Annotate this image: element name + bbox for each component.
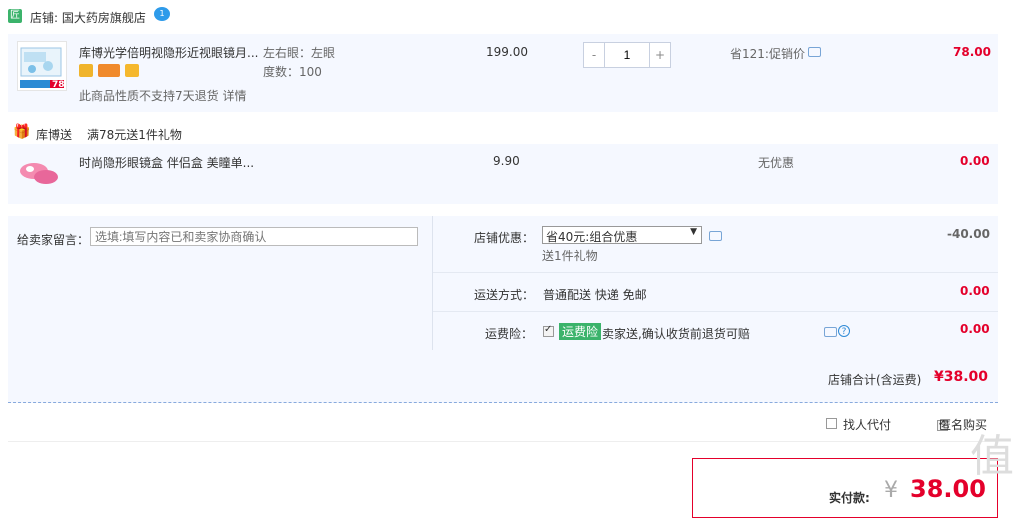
item-discount-text: 省121:促销价 xyxy=(730,47,805,61)
proxy-pay-checkbox[interactable] xyxy=(826,418,837,429)
shop-badge: 匠 xyxy=(8,9,22,23)
payment-currency: ¥ xyxy=(884,478,898,503)
service-icon-guarantee[interactable] xyxy=(79,64,93,77)
service-icon-card[interactable] xyxy=(98,64,120,77)
item-subtotal: 78.00 xyxy=(953,45,991,59)
quantity-stepper: - + xyxy=(583,42,671,68)
seller-memo-input[interactable] xyxy=(90,227,418,246)
shop-name-link[interactable]: 店铺: 国大药房旗舰店 xyxy=(30,9,146,26)
section-divider xyxy=(8,441,998,442)
help-icon[interactable]: ? xyxy=(838,325,850,337)
shipping-method: 普通配送 快递 免邮 xyxy=(543,288,647,302)
insurance-tag: 运费险 xyxy=(559,323,602,340)
insurance-desc: 卖家送,确认收货前退货可赔 xyxy=(602,327,750,341)
payment-label: 实付款: xyxy=(829,491,870,505)
return-notice[interactable]: 此商品性质不支持7天退货 详情 xyxy=(79,87,246,104)
site-watermark: 值 xyxy=(970,431,1014,482)
discount-info-icon[interactable] xyxy=(808,47,821,57)
shipping-amount: 0.00 xyxy=(960,284,990,298)
coupon-selected-value: 省40元:组合优惠 xyxy=(546,230,638,244)
row-divider xyxy=(433,272,998,273)
gift-icon: 🎁 xyxy=(13,124,31,140)
insurance-amount: 0.00 xyxy=(960,322,990,336)
thumb-price-tag: 78 xyxy=(52,80,65,90)
quantity-input[interactable] xyxy=(604,43,650,67)
row-divider xyxy=(433,311,998,312)
gift-item-row xyxy=(8,144,998,204)
lens-case-image xyxy=(20,163,58,184)
shipping-label: 运送方式： xyxy=(474,288,535,302)
gift-promo-label: 库博送 xyxy=(36,128,73,142)
gift-thumbnail[interactable] xyxy=(16,153,62,193)
memo-label: 给卖家留言： xyxy=(17,233,90,247)
gift-discount-text: 无优惠 xyxy=(758,156,795,170)
service-icon-grid[interactable] xyxy=(125,64,139,77)
insurance-chat-icon[interactable] xyxy=(824,327,837,337)
quantity-plus-button[interactable]: + xyxy=(650,43,670,67)
shop-total-label: 店铺合计(含运费) xyxy=(828,373,922,387)
dropdown-arrow-icon: ▼ xyxy=(690,227,697,237)
coupon-amount: -40.00 xyxy=(947,227,990,241)
coupon-info-icon[interactable] xyxy=(709,231,722,241)
item-spec-eye: 左右眼：左眼 xyxy=(263,46,336,60)
item-spec-degree: 度数：100 xyxy=(263,65,322,79)
proxy-pay-label[interactable]: 找人代付 xyxy=(843,416,891,433)
gift-unit-price: 9.90 xyxy=(493,154,520,168)
coupon-select[interactable]: 省40元:组合优惠 ▼ xyxy=(542,226,702,244)
quantity-minus-button[interactable]: - xyxy=(584,43,604,67)
item-title-link[interactable]: 库博光学倍明视隐形近视眼镜月... xyxy=(79,44,258,61)
gift-promo-desc: 满78元送1件礼物 xyxy=(87,128,182,142)
insurance-checkbox[interactable] xyxy=(543,324,554,337)
coupon-gift-note: 送1件礼物 xyxy=(542,249,598,263)
insurance-label: 运费险： xyxy=(485,327,534,341)
item-unit-price: 199.00 xyxy=(486,45,528,59)
coupon-label: 店铺优惠： xyxy=(474,231,535,245)
shop-total-value: ¥38.00 xyxy=(934,369,989,385)
gift-subtotal: 0.00 xyxy=(960,154,990,168)
wangwang-chat-icon[interactable]: 1 xyxy=(154,7,170,21)
gift-title-link[interactable]: 时尚隐形眼镜盒 伴侣盒 美瞳单... xyxy=(79,154,254,171)
panel-divider xyxy=(432,216,433,350)
